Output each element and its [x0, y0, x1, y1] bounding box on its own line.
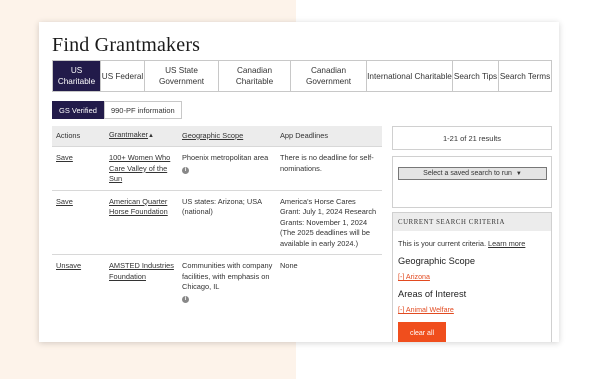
header-app-deadlines: App Deadlines: [280, 130, 329, 140]
grantmaker-link[interactable]: American Quarter Horse Foundation: [109, 197, 168, 217]
search-type-tabs: US Charitable US Federal US State Govern…: [52, 60, 552, 92]
geographic-scope-text: Phoenix metropolitan area: [182, 153, 269, 162]
tab-us-charitable[interactable]: US Charitable: [53, 61, 101, 91]
remove-criterion-animal-welfare[interactable]: [-] Animal Welfare: [398, 306, 546, 314]
caret-down-icon: ▼: [515, 170, 522, 177]
learn-more-link[interactable]: Learn more: [488, 239, 525, 248]
criteria-heading: CURRENT SEARCH CRITERIA: [393, 213, 551, 231]
app-deadlines-text: There is no deadline for self-nomination…: [280, 153, 374, 173]
criteria-intro-text: This is your current criteria.: [398, 239, 486, 248]
tab-us-federal[interactable]: US Federal: [101, 61, 145, 91]
table-row: Save 100+ Women Who Care Valley of the S…: [52, 146, 382, 190]
app-deadlines-text: America's Horse Cares Grant: July 1, 202…: [280, 196, 377, 248]
grantmaker-search-card: Find Grantmakers US Charitable US Federa…: [39, 22, 559, 342]
tab-canadian-government[interactable]: Canadian Government: [291, 61, 367, 91]
saved-search-dropdown[interactable]: Select a saved search to run ▼: [398, 167, 547, 180]
geographic-scope-text: US states: Arizona; USA (national): [182, 196, 262, 217]
header-actions: Actions: [56, 130, 81, 140]
criteria-intro: This is your current criteria. Learn mor…: [398, 239, 546, 248]
app-deadlines-text: None: [280, 261, 298, 270]
save-link[interactable]: Save: [56, 197, 73, 206]
sidebar: 1-21 of 21 results Select a saved search…: [392, 126, 552, 342]
tab-us-state-government[interactable]: US State Government: [145, 61, 219, 91]
info-icon[interactable]: i: [182, 166, 189, 174]
remove-criterion-arizona[interactable]: [-] Arizona: [398, 273, 546, 281]
sub-tabs: GS Verified 990-PF information: [52, 101, 182, 119]
header-grantmaker[interactable]: Grantmaker▲: [109, 130, 182, 142]
table-row: Save American Quarter Horse Foundation U…: [52, 189, 382, 255]
criteria-group-label-geographic-scope: Geographic Scope: [398, 256, 476, 266]
results-table: Actions Grantmaker▲ Geographic Scope App…: [52, 126, 382, 308]
tab-search-tips[interactable]: Search Tips: [453, 61, 499, 91]
table-header: Actions Grantmaker▲ Geographic Scope App…: [52, 126, 382, 146]
table-row: Unsave AMSTED Industries Foundation Comm…: [52, 254, 382, 308]
save-link[interactable]: Save: [56, 153, 73, 162]
current-search-criteria: CURRENT SEARCH CRITERIA This is your cur…: [392, 212, 552, 342]
results-count: 1-21 of 21 results: [392, 126, 552, 150]
header-geographic-scope-label[interactable]: Geographic Scope: [182, 131, 243, 140]
clear-all-button[interactable]: clear all: [398, 322, 446, 342]
tab-international-charitable[interactable]: International Charitable: [367, 61, 453, 91]
info-icon[interactable]: i: [182, 295, 189, 303]
tab-canadian-charitable[interactable]: Canadian Charitable: [219, 61, 291, 91]
criteria-group-label-areas-of-interest: Areas of Interest: [398, 289, 467, 299]
header-geographic-scope[interactable]: Geographic Scope: [182, 131, 280, 142]
grantmaker-link[interactable]: 100+ Women Who Care Valley of the Sun: [109, 153, 170, 183]
saved-search-label: Select a saved search to run: [423, 170, 512, 177]
page-title: Find Grantmakers: [52, 34, 201, 56]
tab-search-terms[interactable]: Search Terms: [499, 61, 551, 91]
header-grantmaker-label[interactable]: Grantmaker: [109, 130, 148, 139]
saved-search-panel: Select a saved search to run ▼: [392, 156, 552, 208]
unsave-link[interactable]: Unsave: [56, 261, 81, 270]
subtab-gs-verified[interactable]: GS Verified: [52, 101, 104, 119]
sort-up-icon: ▲: [148, 133, 154, 140]
subtab-990-pf-information[interactable]: 990-PF information: [103, 101, 182, 119]
grantmaker-link[interactable]: AMSTED Industries Foundation: [109, 261, 174, 281]
geographic-scope-text: Communities with company facilities, wit…: [182, 261, 273, 291]
